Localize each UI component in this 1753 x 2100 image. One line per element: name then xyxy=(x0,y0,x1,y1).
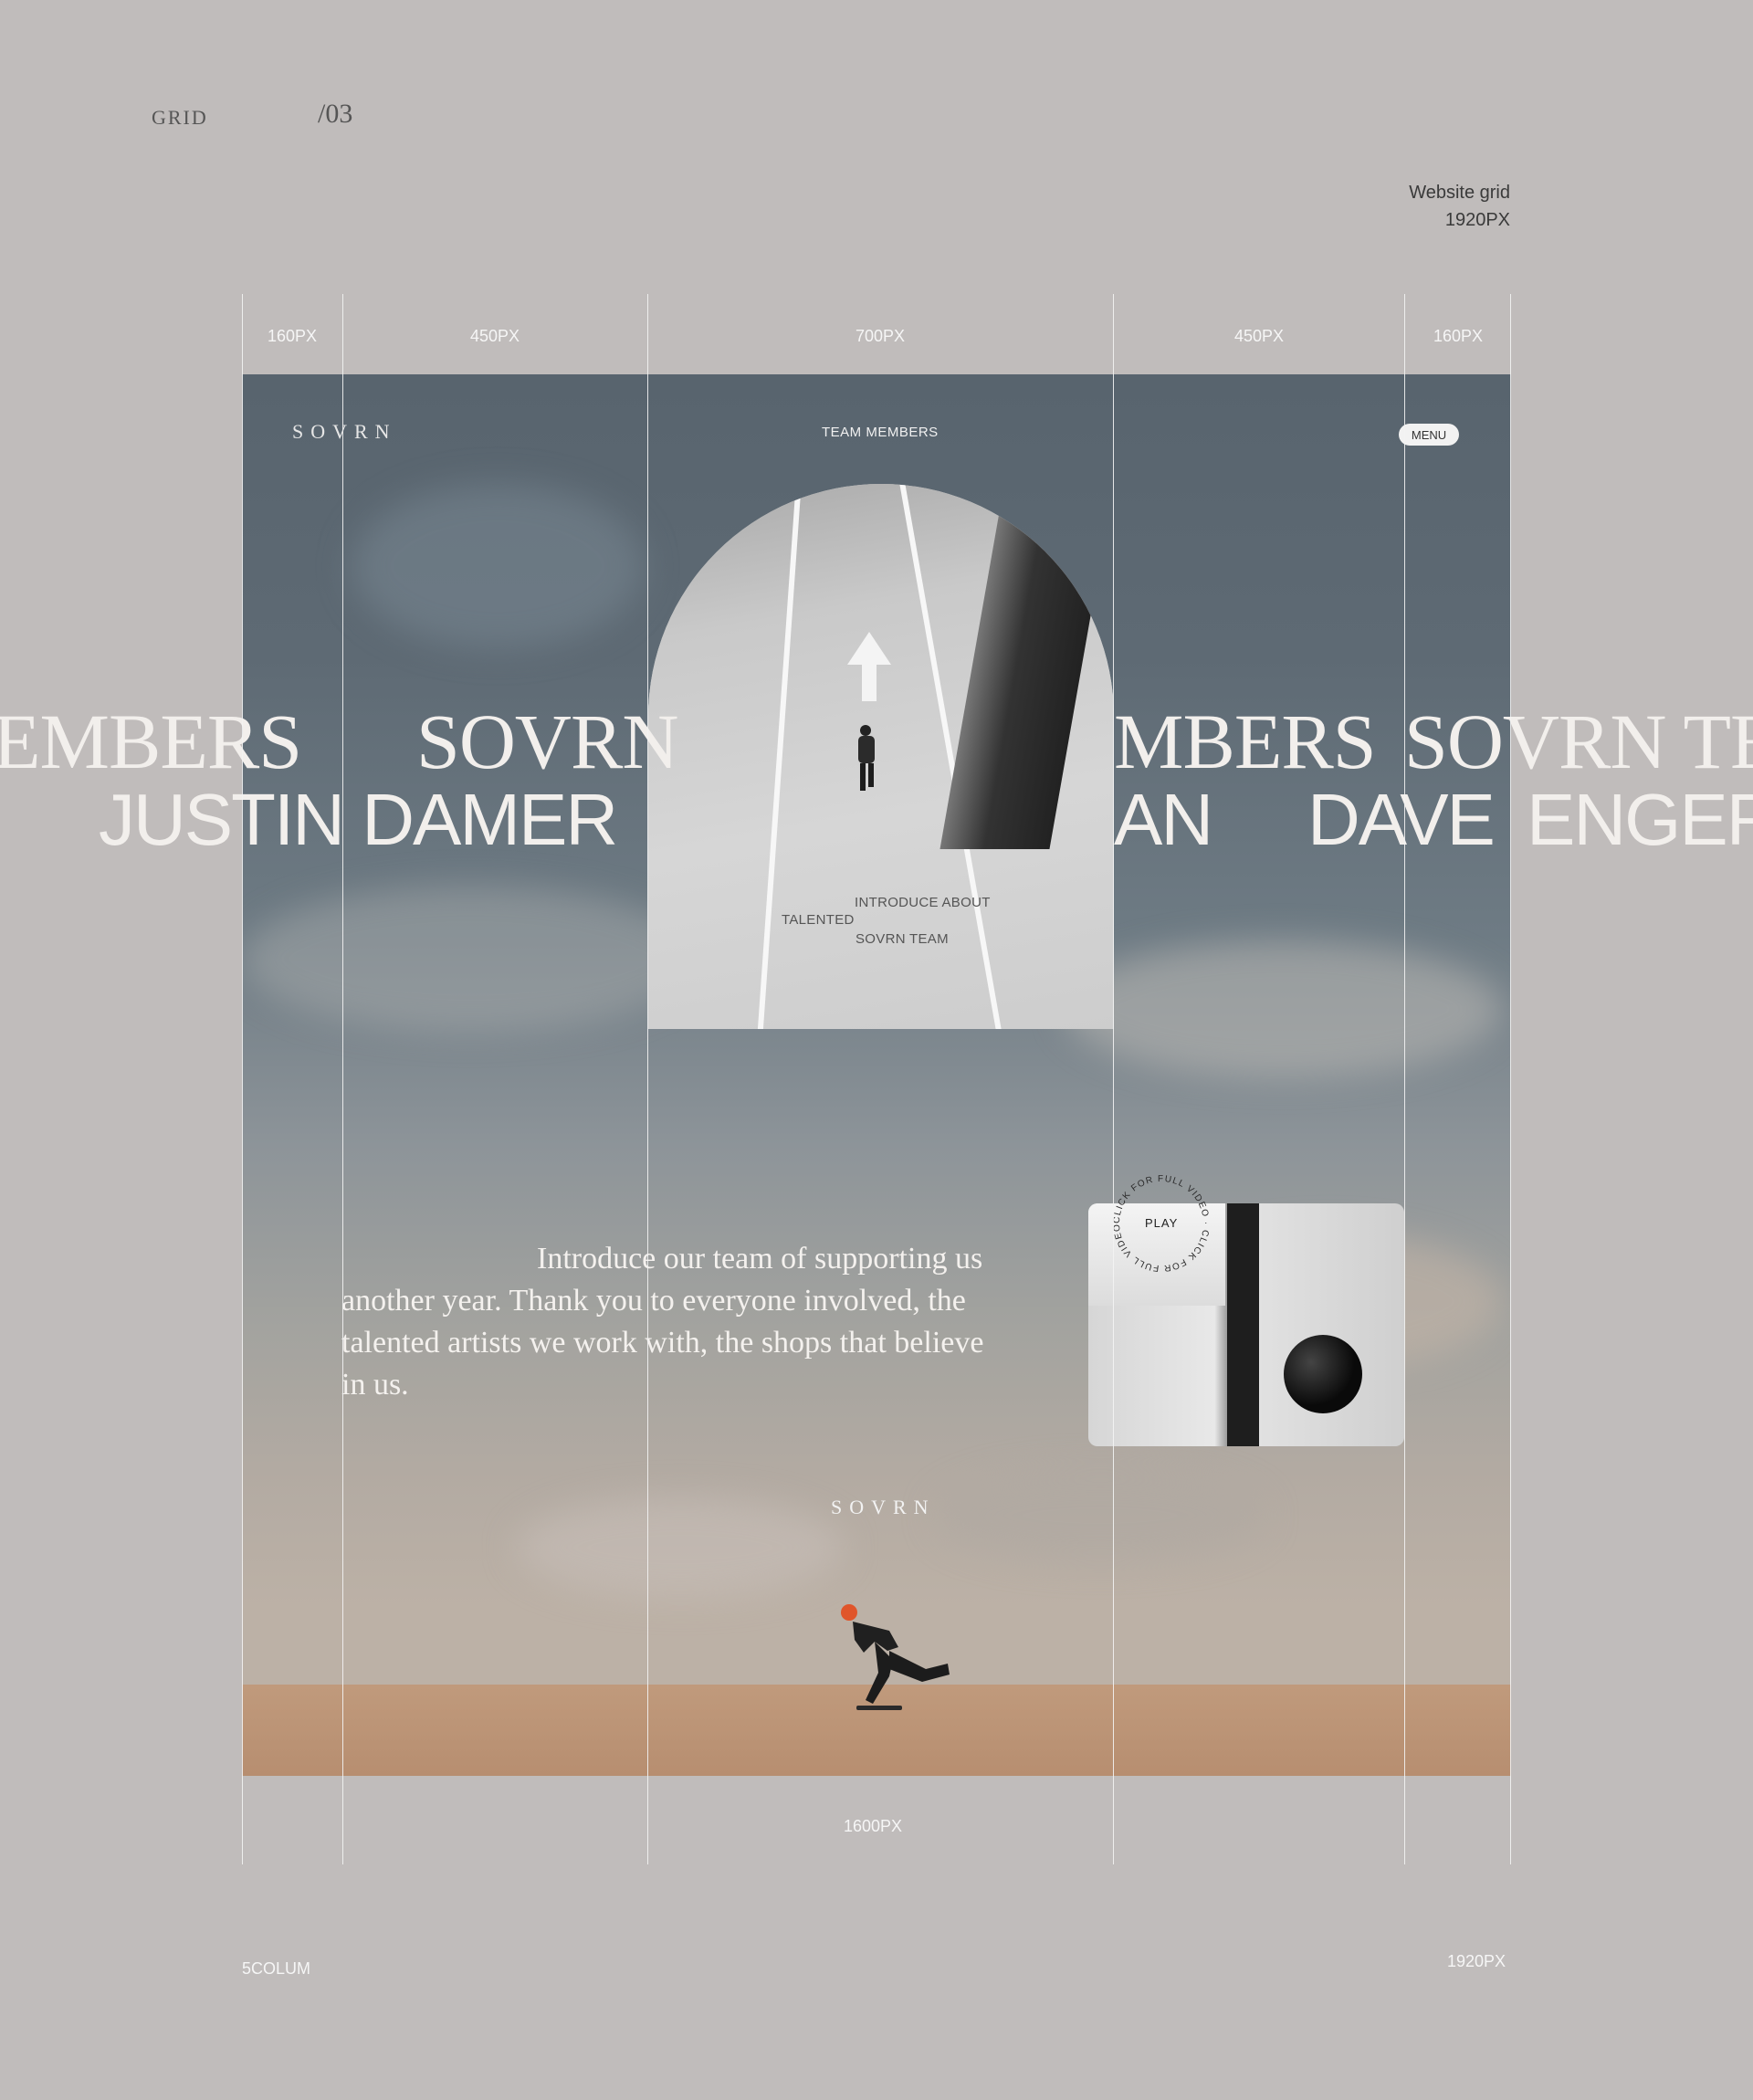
intro-paragraph: Introduce our team of supporting us anot… xyxy=(341,1242,984,1402)
skater-icon xyxy=(841,1604,950,1710)
road-arrow-icon xyxy=(847,632,891,665)
grid-line xyxy=(242,294,243,1864)
arch-image: INTRODUCE ABOUT TALENTED SOVRN TEAM xyxy=(648,484,1114,1029)
grid-line xyxy=(342,294,343,1864)
marquee-row-1-item: MBERS xyxy=(1114,698,1377,785)
grid-description: Website grid 1920PX xyxy=(1409,179,1510,234)
cloud xyxy=(936,1470,1265,1561)
cloud xyxy=(516,1497,845,1598)
column-label-3: 700PX xyxy=(855,327,906,345)
footer-logo: SOVRN xyxy=(831,1496,936,1518)
grid-number: /03 xyxy=(318,99,353,129)
arch-text-line-3: SOVRN TEAM xyxy=(856,931,949,947)
grid-line xyxy=(1404,294,1405,1864)
skater-icon xyxy=(858,725,875,791)
marquee-row-2-item: JUSTIN DAMER xyxy=(99,779,618,860)
cloud xyxy=(1064,940,1502,1077)
site-logo[interactable]: SOVRN xyxy=(292,420,397,444)
grid-line xyxy=(1510,294,1511,1864)
marquee-row-2-item: ENGER xyxy=(1527,779,1753,860)
marquee-row-1-item: EMBERS xyxy=(0,698,302,785)
marquee-row-2-item: AN xyxy=(1114,779,1213,860)
marquee-row-2-item: DAVE xyxy=(1307,779,1496,860)
column-label-2: 450PX xyxy=(469,327,520,345)
frame-width-label: 1600PX xyxy=(844,1817,903,1835)
grid-line xyxy=(647,294,648,1864)
column-label-1: 160PX xyxy=(267,327,318,345)
column-label-5: 160PX xyxy=(1433,327,1484,345)
arch-text-line-2: TALENTED xyxy=(782,912,855,928)
play-button[interactable]: PLAY xyxy=(1145,1216,1178,1230)
arch-text-line-1: INTRODUCE ABOUT xyxy=(855,895,991,910)
columns-label: 5COLUM xyxy=(242,1959,311,1978)
cloud xyxy=(242,886,698,1032)
grid-title: GRID xyxy=(152,106,208,129)
marquee-row-1-item: SOVRN TE xyxy=(1404,698,1753,785)
description-line-2: 1920PX xyxy=(1444,210,1510,230)
road-arrow-shaft xyxy=(862,665,876,701)
menu-button[interactable]: MENU xyxy=(1399,424,1459,446)
video-ball xyxy=(1284,1335,1362,1413)
column-label-4: 450PX xyxy=(1233,327,1285,345)
grid-line xyxy=(1113,294,1114,1864)
marquee-row-1-item: SOVRN xyxy=(416,698,679,785)
description-line-1: Website grid xyxy=(1409,183,1510,203)
cloud xyxy=(352,484,644,648)
nav-title[interactable]: TEAM MEMBERS xyxy=(822,425,939,440)
page-width-label: 1920PX xyxy=(1447,1952,1506,1970)
